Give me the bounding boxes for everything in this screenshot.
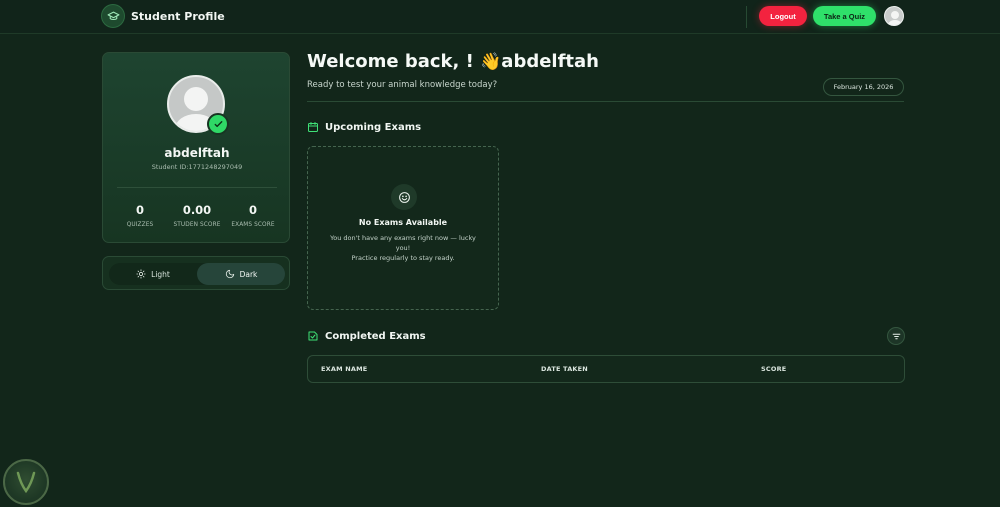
profile-divider xyxy=(117,187,277,188)
welcome-username: abdelftah xyxy=(501,51,599,72)
no-exams-description: You don't have any exams right now — luc… xyxy=(322,233,484,263)
wave-emoji: 👋 xyxy=(480,52,502,72)
stat-quizzes: 0 QUIZZES xyxy=(110,203,170,228)
welcome-greeting: Welcome back, ! xyxy=(307,51,474,72)
clipboard-check-icon xyxy=(308,331,318,341)
upcoming-exams-heading: Upcoming Exams xyxy=(307,121,421,133)
graduation-cap-icon xyxy=(102,5,124,27)
stat-label: EXAMS SCORE xyxy=(231,222,275,228)
corner-logo xyxy=(3,459,49,505)
theme-track: Light Dark xyxy=(109,263,285,285)
smile-icon xyxy=(391,184,417,210)
filter-icon xyxy=(892,333,900,339)
calendar-icon xyxy=(308,122,318,132)
no-exams-title: No Exams Available xyxy=(358,218,448,227)
sun-icon xyxy=(136,269,146,279)
completed-exams-table: EXAM NAME DATE TAKEN SCORE xyxy=(307,355,905,383)
stat-value: 0 xyxy=(248,203,257,217)
profile-student-id: Student ID:1771248297049 xyxy=(151,163,243,171)
stat-exams-score: 0 EXAMS SCORE xyxy=(223,203,283,228)
check-icon xyxy=(207,113,229,135)
moon-icon xyxy=(225,269,234,279)
theme-dark-label: Dark xyxy=(239,269,258,279)
theme-dark-option[interactable]: Dark xyxy=(197,263,285,285)
column-header-score[interactable]: SCORE xyxy=(761,365,786,373)
stat-label: STUDEN SCORE xyxy=(173,222,221,228)
header-avatar[interactable] xyxy=(884,6,904,26)
header-divider xyxy=(746,6,747,28)
theme-light-label: Light xyxy=(151,269,170,279)
no-exams-line-1: You don't have any exams right now — luc… xyxy=(330,234,476,252)
no-exams-line-2: Practice regularly to stay ready. xyxy=(351,254,455,262)
welcome-subtitle: Ready to test your animal knowledge toda… xyxy=(307,80,498,90)
filter-button[interactable] xyxy=(887,327,905,345)
profile-card: abdelftah Student ID:1771248297049 0 QUI… xyxy=(102,52,290,243)
column-header-date-taken[interactable]: DATE TAKEN xyxy=(541,365,588,373)
top-header: Student Profile Logout Take a Quiz xyxy=(0,0,1000,34)
stat-student-score: 0.00 STUDEN SCORE xyxy=(167,203,227,228)
page-title: Student Profile xyxy=(131,9,225,23)
column-header-exam-name[interactable]: EXAM NAME xyxy=(321,365,367,373)
app-root: Student Profile Logout Take a Quiz abdel… xyxy=(0,0,1000,507)
theme-toggle: Light Dark xyxy=(102,256,290,290)
stat-label: QUIZZES xyxy=(126,222,154,228)
logout-button[interactable]: Logout xyxy=(759,6,807,26)
date-badge: February 16, 2026 xyxy=(823,78,904,96)
completed-exams-title: Completed Exams xyxy=(325,330,426,342)
stat-value: 0.00 xyxy=(182,203,212,217)
upcoming-exams-title: Upcoming Exams xyxy=(325,121,422,133)
take-quiz-button[interactable]: Take a Quiz xyxy=(813,6,876,26)
brand: Student Profile xyxy=(102,5,225,27)
welcome-heading: Welcome back, ! 👋abdelftah xyxy=(307,51,599,72)
profile-name: abdelftah xyxy=(164,146,230,160)
profile-avatar-wrap xyxy=(167,75,229,135)
welcome-divider xyxy=(307,101,904,102)
stat-value: 0 xyxy=(135,203,144,217)
no-exams-panel: No Exams Available You don't have any ex… xyxy=(307,146,499,310)
completed-exams-heading: Completed Exams xyxy=(307,330,426,342)
theme-light-option[interactable]: Light xyxy=(109,263,197,285)
